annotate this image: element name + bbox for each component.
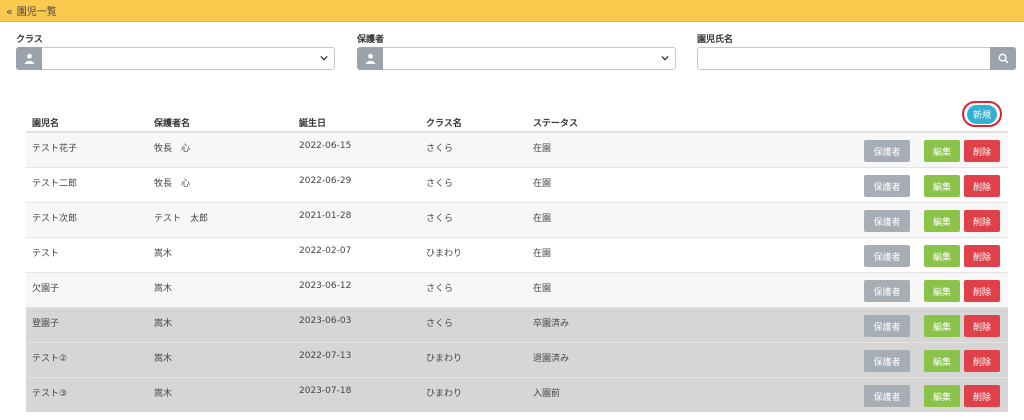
class-filter-label: クラス: [16, 35, 43, 45]
class-name-cell: ひまわり: [426, 249, 463, 259]
child-name-input[interactable]: [697, 47, 990, 70]
status-cell: 退園済み: [533, 354, 570, 364]
child-name-cell: テスト次郎: [32, 214, 78, 224]
guardian-name-cell: 嵩木: [154, 249, 173, 259]
delete-button[interactable]: 削除: [964, 280, 1000, 302]
child-name-filter: [697, 47, 1016, 70]
table-row: 登園子 嵩木 2023-06-03 さくら 卒園済み 保護者 編集 削除: [26, 307, 1008, 342]
header-class-name: クラス名: [426, 119, 462, 129]
guardian-name-cell: 嵩木: [154, 389, 173, 399]
status-cell: 在園: [533, 214, 552, 224]
header-status: ステータス: [533, 119, 579, 129]
header-guardian-name: 保護者名: [154, 119, 191, 129]
back-to-child-list-link[interactable]: «園児一覧: [6, 3, 57, 18]
table-row: テスト② 嵩木 2022-07-13 ひまわり 退園済み 保護者 編集 削除: [26, 342, 1008, 377]
birthday-cell: 2023-07-18: [299, 386, 352, 396]
birthday-cell: 2022-06-15: [299, 141, 352, 151]
status-cell: 卒園済み: [533, 319, 570, 329]
table-header: 園児名 保護者名 誕生日 クラス名 ステータス: [26, 110, 1008, 132]
delete-button[interactable]: 削除: [964, 385, 1000, 407]
guardian-button[interactable]: 保護者: [864, 210, 910, 232]
child-name-cell: 登園子: [32, 319, 60, 329]
table-row: テスト次郎 テスト 太郎 2021-01-28 さくら 在園 保護者 編集 削除: [26, 202, 1008, 237]
guardian-button[interactable]: 保護者: [864, 315, 910, 337]
back-label: 園児一覧: [16, 7, 57, 18]
status-cell: 在園: [533, 284, 552, 294]
edit-button[interactable]: 編集: [924, 245, 960, 267]
class-name-cell: ひまわり: [426, 354, 463, 364]
edit-button[interactable]: 編集: [924, 350, 960, 372]
child-name-cell: テスト二郎: [32, 179, 78, 189]
guardian-select[interactable]: [383, 47, 676, 70]
double-chevron-left-icon: «: [6, 5, 13, 18]
guardian-filter: [357, 47, 676, 70]
child-name-cell: テスト花子: [32, 144, 78, 154]
chevron-down-icon: [661, 55, 669, 61]
birthday-cell: 2023-06-12: [299, 281, 352, 291]
table-row: テスト③ 嵩木 2023-07-18 ひまわり 入園前 保護者 編集 削除: [26, 377, 1008, 412]
child-name-cell: 欠園子: [32, 284, 60, 294]
edit-button[interactable]: 編集: [924, 175, 960, 197]
guardian-filter-label: 保護者: [357, 35, 385, 45]
guardian-button[interactable]: 保護者: [864, 350, 910, 372]
search-button[interactable]: [990, 47, 1016, 70]
status-cell: 入園前: [533, 389, 561, 399]
birthday-cell: 2023-06-03: [299, 316, 352, 326]
birthday-cell: 2022-07-13: [299, 351, 352, 361]
child-name-cell: テスト③: [32, 389, 68, 399]
guardian-name-cell: 嵩木: [154, 319, 173, 329]
delete-button[interactable]: 削除: [964, 315, 1000, 337]
class-name-cell: さくら: [426, 144, 454, 154]
edit-button[interactable]: 編集: [924, 210, 960, 232]
guardian-name-cell: 嵩木: [154, 284, 173, 294]
birthday-cell: 2021-01-28: [299, 211, 352, 221]
guardian-button[interactable]: 保護者: [864, 140, 910, 162]
child-name-cell: テスト②: [32, 354, 68, 364]
class-name-cell: さくら: [426, 284, 454, 294]
edit-button[interactable]: 編集: [924, 280, 960, 302]
delete-button[interactable]: 削除: [964, 210, 1000, 232]
child-name-cell: テスト: [32, 249, 60, 259]
header-child-name: 園児名: [32, 119, 60, 129]
guardian-name-cell: 牧長 心: [154, 144, 191, 154]
class-name-cell: ひまわり: [426, 389, 463, 399]
class-name-cell: さくら: [426, 179, 454, 189]
edit-button[interactable]: 編集: [924, 315, 960, 337]
birthday-cell: 2022-06-29: [299, 176, 352, 186]
search-icon: [998, 53, 1009, 64]
chevron-down-icon: [320, 55, 328, 61]
delete-button[interactable]: 削除: [964, 245, 1000, 267]
guardian-name-cell: 牧長 心: [154, 179, 191, 189]
status-cell: 在園: [533, 144, 552, 154]
class-select[interactable]: [42, 47, 335, 70]
header-birthday: 誕生日: [299, 119, 327, 129]
class-name-cell: さくら: [426, 319, 454, 329]
edit-button[interactable]: 編集: [924, 140, 960, 162]
table-row: テスト花子 牧長 心 2022-06-15 さくら 在園 保護者 編集 削除: [26, 132, 1008, 167]
table-row: テスト二郎 牧長 心 2022-06-29 さくら 在園 保護者 編集 削除: [26, 167, 1008, 202]
status-cell: 在園: [533, 179, 552, 189]
delete-button[interactable]: 削除: [964, 175, 1000, 197]
class-filter: [16, 47, 335, 70]
delete-button[interactable]: 削除: [964, 350, 1000, 372]
guardian-button[interactable]: 保護者: [864, 280, 910, 302]
user-icon: [16, 47, 42, 70]
table-row: テスト 嵩木 2022-02-07 ひまわり 在園 保護者 編集 削除: [26, 237, 1008, 272]
table-row: 欠園子 嵩木 2023-06-12 さくら 在園 保護者 編集 削除: [26, 272, 1008, 307]
top-bar: «園児一覧: [0, 0, 1024, 22]
birthday-cell: 2022-02-07: [299, 246, 352, 256]
guardian-name-cell: 嵩木: [154, 354, 173, 364]
child-table: 園児名 保護者名 誕生日 クラス名 ステータス テスト花子 牧長 心 2022-06…: [26, 110, 1008, 412]
status-cell: 在園: [533, 249, 552, 259]
guardian-button[interactable]: 保護者: [864, 175, 910, 197]
table-body: テスト花子 牧長 心 2022-06-15 さくら 在園 保護者 編集 削除 テスト二郎 牧長 心…: [26, 132, 1008, 412]
child-name-filter-label: 園児氏名: [697, 35, 734, 45]
guardian-name-cell: テスト 太郎: [154, 214, 209, 224]
guardian-button[interactable]: 保護者: [864, 245, 910, 267]
class-name-cell: さくら: [426, 214, 454, 224]
guardian-button[interactable]: 保護者: [864, 385, 910, 407]
user-icon: [357, 47, 383, 70]
edit-button[interactable]: 編集: [924, 385, 960, 407]
delete-button[interactable]: 削除: [964, 140, 1000, 162]
